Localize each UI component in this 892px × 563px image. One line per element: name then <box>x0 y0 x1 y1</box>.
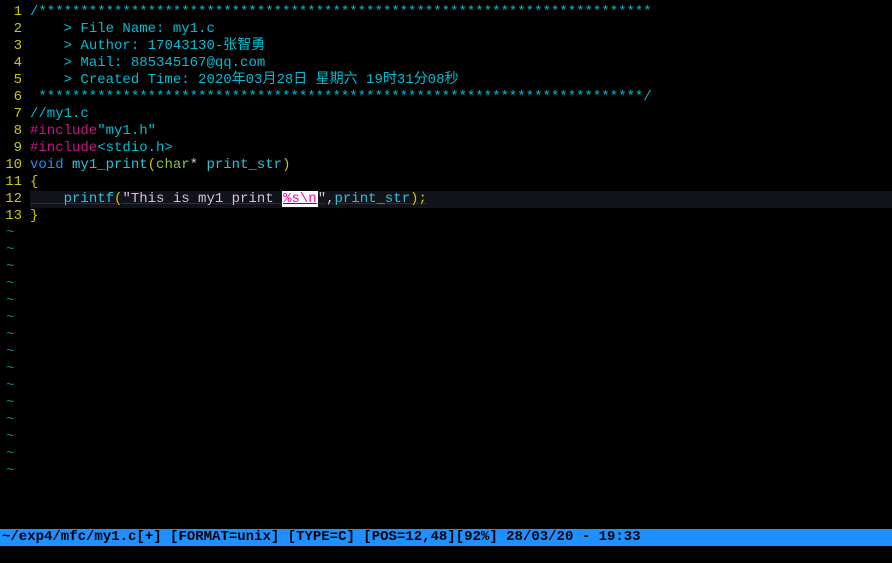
line-number: 2 <box>0 21 30 38</box>
function-name: my1_print <box>72 157 148 173</box>
brace-open: { <box>30 174 38 190</box>
status-bar: ~/exp4/mfc/my1.c[+] [FORMAT=unix] [TYPE=… <box>0 529 892 546</box>
include-file: "my1.h" <box>97 123 156 139</box>
status-time: 19:33 <box>599 529 641 545</box>
code-line-2: 2 > File Name: my1.c <box>0 21 892 38</box>
line-number: 5 <box>0 72 30 89</box>
empty-line-tilde: ~ <box>0 276 892 293</box>
include-directive: #include <box>30 140 97 156</box>
line-number: 6 <box>0 89 30 106</box>
include-directive: #include <box>30 123 97 139</box>
param-name: print_str <box>206 157 282 173</box>
code-line-1: 1 /*************************************… <box>0 4 892 21</box>
code-line-3: 3 > Author: 17043130-张智勇 <box>0 38 892 55</box>
header-mail-value: 885345167@qq.com <box>131 55 265 71</box>
status-date: 28/03/20 <box>506 529 573 545</box>
code-line-7: 7 //my1.c <box>0 106 892 123</box>
line-number: 12 <box>0 191 30 208</box>
param-star: * <box>190 157 198 173</box>
status-format: [FORMAT=unix] <box>170 529 279 545</box>
empty-line-tilde: ~ <box>0 429 892 446</box>
code-line-5: 5 > Created Time: 2020年03月28日 星期六 19时31分… <box>0 72 892 89</box>
printf-string: "This is my1 print <box>122 191 282 207</box>
line-number: 7 <box>0 106 30 123</box>
line-number: 1 <box>0 4 30 21</box>
empty-lines: ~~~~~~~~~~~~~~~ <box>0 225 892 480</box>
header-author-value: 17043130-张智勇 <box>148 38 266 54</box>
line-number: 13 <box>0 208 30 225</box>
empty-line-tilde: ~ <box>0 259 892 276</box>
status-modified-flag: [+] <box>136 529 161 545</box>
empty-line-tilde: ~ <box>0 361 892 378</box>
comment-border-bottom: ****************************************… <box>30 89 652 105</box>
header-created-label: > Created Time: <box>64 72 190 88</box>
code-line-13: 13 } <box>0 208 892 225</box>
vim-editor[interactable]: 1 /*************************************… <box>0 0 892 563</box>
status-pos: [POS=12,48] <box>363 529 455 545</box>
printf-arg: print_str <box>335 191 411 207</box>
status-type: [TYPE=C] <box>288 529 355 545</box>
empty-line-tilde: ~ <box>0 327 892 344</box>
header-created-value: 2020年03月28日 星期六 19时31分08秒 <box>198 72 458 88</box>
empty-line-tilde: ~ <box>0 310 892 327</box>
line-comment: //my1.c <box>30 106 89 122</box>
header-mail-label: > Mail: <box>64 55 123 71</box>
line-number: 8 <box>0 123 30 140</box>
empty-line-tilde: ~ <box>0 463 892 480</box>
code-line-8: 8 #include"my1.h" <box>0 123 892 140</box>
code-line-6: 6 **************************************… <box>0 89 892 106</box>
empty-line-tilde: ~ <box>0 395 892 412</box>
line-number: 4 <box>0 55 30 72</box>
empty-line-tilde: ~ <box>0 446 892 463</box>
status-filepath: ~/exp4/mfc/my1.c <box>2 529 136 545</box>
status-percent: [92%] <box>456 529 498 545</box>
empty-line-tilde: ~ <box>0 225 892 242</box>
code-line-11: 11 { <box>0 174 892 191</box>
include-file: <stdio.h> <box>97 140 173 156</box>
empty-line-tilde: ~ <box>0 242 892 259</box>
header-filename-label: > File Name: <box>64 21 165 37</box>
code-line-12-cursor: 12 printf("This is my1 print %s\n",print… <box>0 191 892 208</box>
header-filename-value: my1.c <box>173 21 215 37</box>
brace-close: } <box>30 208 38 224</box>
printf-call: printf <box>64 191 114 207</box>
code-area[interactable]: 1 /*************************************… <box>0 0 892 529</box>
code-line-10: 10 void my1_print(char* print_str) <box>0 157 892 174</box>
line-number: 3 <box>0 38 30 55</box>
code-line-4: 4 > Mail: 885345167@qq.com <box>0 55 892 72</box>
line-number: 11 <box>0 174 30 191</box>
line-number: 10 <box>0 157 30 174</box>
empty-line-tilde: ~ <box>0 378 892 395</box>
line-number: 9 <box>0 140 30 157</box>
param-type: char <box>156 157 190 173</box>
empty-line-tilde: ~ <box>0 293 892 310</box>
return-type: void <box>30 157 64 173</box>
empty-line-tilde: ~ <box>0 344 892 361</box>
empty-line-tilde: ~ <box>0 412 892 429</box>
comment-border-top: /***************************************… <box>30 4 652 20</box>
printf-escape: %s\n <box>282 191 318 207</box>
code-line-9: 9 #include<stdio.h> <box>0 140 892 157</box>
command-line[interactable] <box>0 546 892 563</box>
header-author-label: > Author: <box>64 38 140 54</box>
